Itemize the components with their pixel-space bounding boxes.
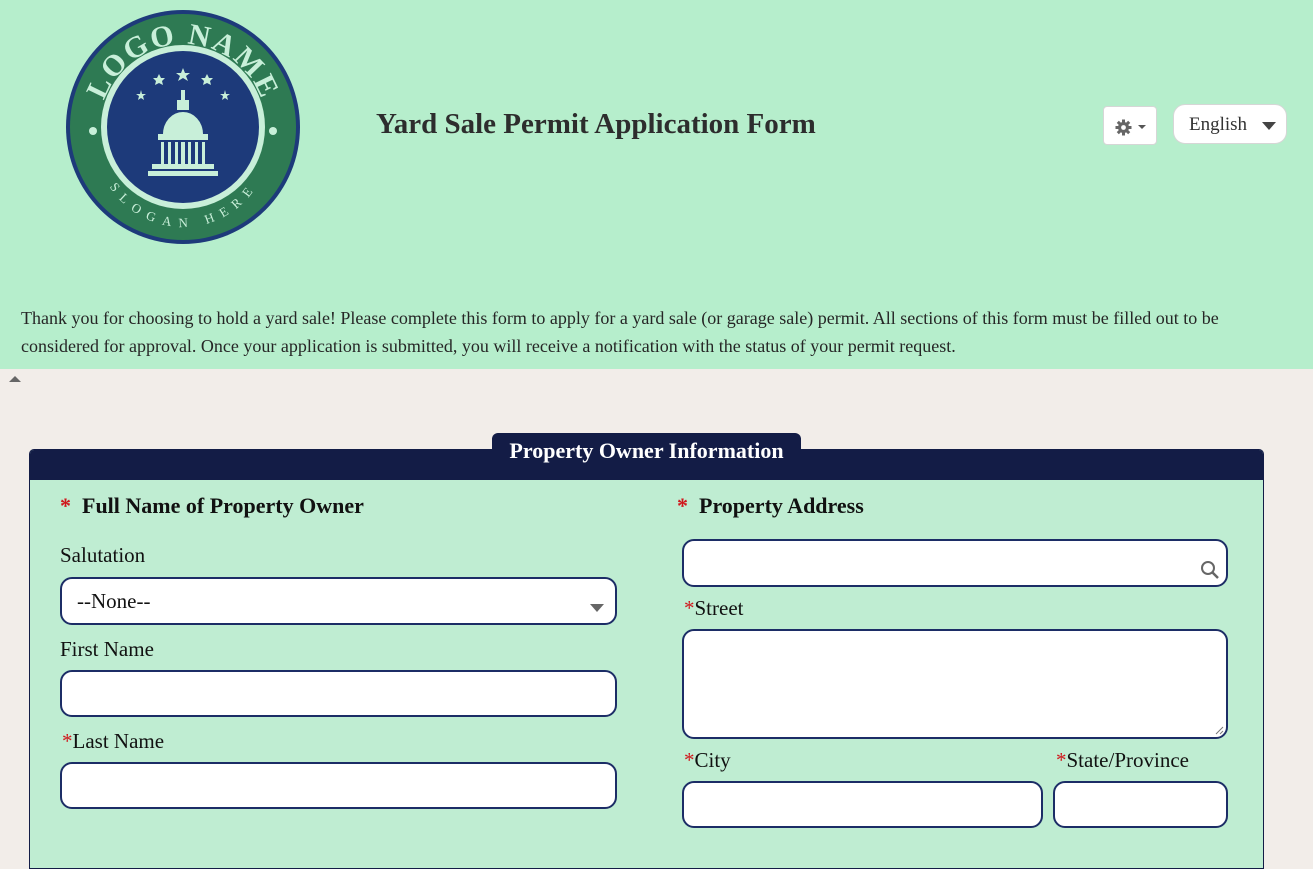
gear-icon <box>1115 119 1132 136</box>
state-label-text: State/Province <box>1066 748 1189 772</box>
required-marker: * <box>60 493 71 518</box>
street-textarea[interactable] <box>682 629 1228 739</box>
chevron-down-icon <box>1138 125 1146 129</box>
settings-button[interactable] <box>1103 106 1157 145</box>
last-name-input[interactable] <box>60 762 617 809</box>
owner-name-heading: * Full Name of Property Owner <box>60 493 364 519</box>
state-label: *State/Province <box>1056 748 1189 773</box>
street-label: *Street <box>684 596 743 621</box>
language-value: English <box>1189 114 1248 135</box>
header: LOGO NAME SLOGAN HERE Yard Sale Permit A… <box>0 0 1313 369</box>
street-label-text: Street <box>694 596 744 620</box>
chevron-down-icon <box>590 604 604 612</box>
salutation-value: --None-- <box>77 589 151 613</box>
address-search-input[interactable] <box>682 539 1228 587</box>
language-select[interactable]: English <box>1173 104 1287 144</box>
property-address-heading-text: Property Address <box>699 493 864 518</box>
section-title: Property Owner Information <box>492 433 801 467</box>
last-name-label-text: Last Name <box>72 729 165 753</box>
required-marker: * <box>62 729 73 753</box>
salutation-select[interactable]: --None-- <box>60 577 617 625</box>
chevron-down-icon <box>1262 122 1276 130</box>
required-marker: * <box>684 748 695 772</box>
salutation-label: Salutation <box>60 543 146 567</box>
city-input[interactable] <box>682 781 1043 828</box>
city-label: *City <box>684 748 731 773</box>
city-label-text: City <box>694 748 731 772</box>
owner-name-heading-text: Full Name of Property Owner <box>82 493 364 518</box>
last-name-label: *Last Name <box>62 729 164 754</box>
page-title: Yard Sale Permit Application Form <box>376 108 816 140</box>
required-marker: * <box>677 493 688 518</box>
collapse-toggle-icon[interactable] <box>9 376 21 382</box>
first-name-label: First Name <box>60 637 154 661</box>
first-name-input[interactable] <box>60 670 617 717</box>
state-input[interactable] <box>1053 781 1228 828</box>
required-marker: * <box>684 596 695 620</box>
logo: LOGO NAME SLOGAN HERE <box>66 10 300 244</box>
property-address-heading: * Property Address <box>677 493 864 519</box>
search-icon <box>1201 561 1219 579</box>
required-marker: * <box>1056 748 1067 772</box>
intro-text: Thank you for choosing to hold a yard sa… <box>21 308 1219 356</box>
resize-grip-icon[interactable] <box>1214 725 1224 735</box>
